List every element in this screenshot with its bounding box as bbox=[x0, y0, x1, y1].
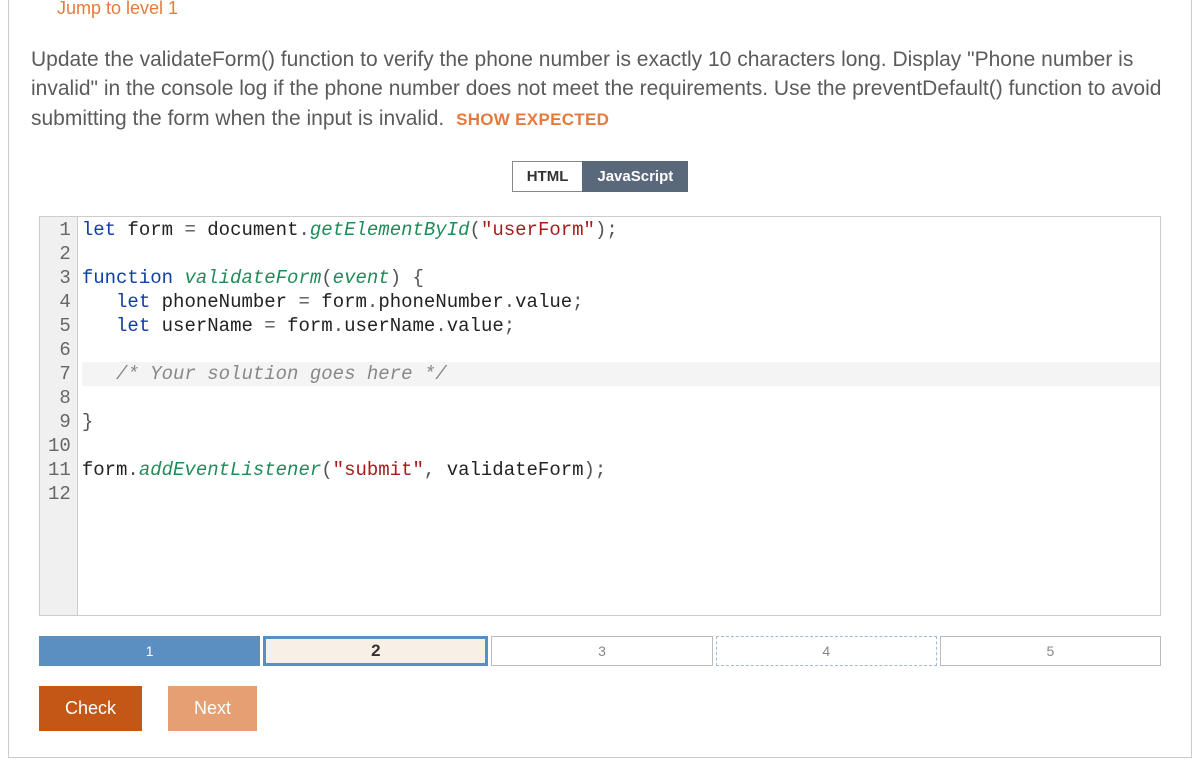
code-line[interactable]: } bbox=[82, 410, 1160, 434]
line-number: 3 bbox=[48, 266, 71, 290]
line-number: 12 bbox=[48, 482, 71, 506]
next-button[interactable]: Next bbox=[168, 686, 257, 731]
progress-step[interactable]: 5 bbox=[940, 636, 1161, 666]
progress-step[interactable]: 3 bbox=[491, 636, 712, 666]
progress-step[interactable]: 2 bbox=[263, 636, 488, 666]
file-tabs: HTML JavaScript bbox=[9, 161, 1191, 192]
show-expected-link[interactable]: SHOW EXPECTED bbox=[456, 110, 609, 129]
check-button[interactable]: Check bbox=[39, 686, 142, 731]
code-line[interactable] bbox=[82, 386, 1160, 410]
line-number: 6 bbox=[48, 338, 71, 362]
line-number: 4 bbox=[48, 290, 71, 314]
line-number: 7 bbox=[48, 362, 71, 386]
progress-step[interactable]: 1 bbox=[39, 636, 260, 666]
code-line[interactable]: /* Your solution goes here */ bbox=[82, 362, 1160, 386]
line-number: 8 bbox=[48, 386, 71, 410]
line-number: 9 bbox=[48, 410, 71, 434]
tab-javascript[interactable]: JavaScript bbox=[582, 161, 688, 192]
line-number: 1 bbox=[48, 218, 71, 242]
code-editor[interactable]: 123456789101112 let form = document.getE… bbox=[39, 216, 1161, 616]
line-number: 2 bbox=[48, 242, 71, 266]
line-number: 11 bbox=[48, 458, 71, 482]
code-line[interactable] bbox=[82, 338, 1160, 362]
line-number: 10 bbox=[48, 434, 71, 458]
code-line[interactable] bbox=[82, 242, 1160, 266]
code-line[interactable] bbox=[82, 482, 1160, 506]
instructions-text: Update the validateForm() function to ve… bbox=[9, 21, 1191, 133]
jump-to-level-link[interactable]: Jump to level 1 bbox=[9, 0, 178, 18]
code-line[interactable]: form.addEventListener("submit", validate… bbox=[82, 458, 1160, 482]
code-line[interactable] bbox=[82, 434, 1160, 458]
action-buttons: Check Next bbox=[39, 686, 1161, 731]
code-line[interactable]: let form = document.getElementById("user… bbox=[82, 218, 1160, 242]
code-content[interactable]: let form = document.getElementById("user… bbox=[78, 217, 1160, 615]
code-line[interactable]: let userName = form.userName.value; bbox=[82, 314, 1160, 338]
code-line[interactable]: let phoneNumber = form.phoneNumber.value… bbox=[82, 290, 1160, 314]
progress-steps: 12345 bbox=[39, 636, 1161, 666]
tab-html[interactable]: HTML bbox=[512, 161, 583, 192]
line-gutter: 123456789101112 bbox=[40, 217, 78, 615]
code-line[interactable]: function validateForm(event) { bbox=[82, 266, 1160, 290]
progress-step[interactable]: 4 bbox=[716, 636, 937, 666]
line-number: 5 bbox=[48, 314, 71, 338]
